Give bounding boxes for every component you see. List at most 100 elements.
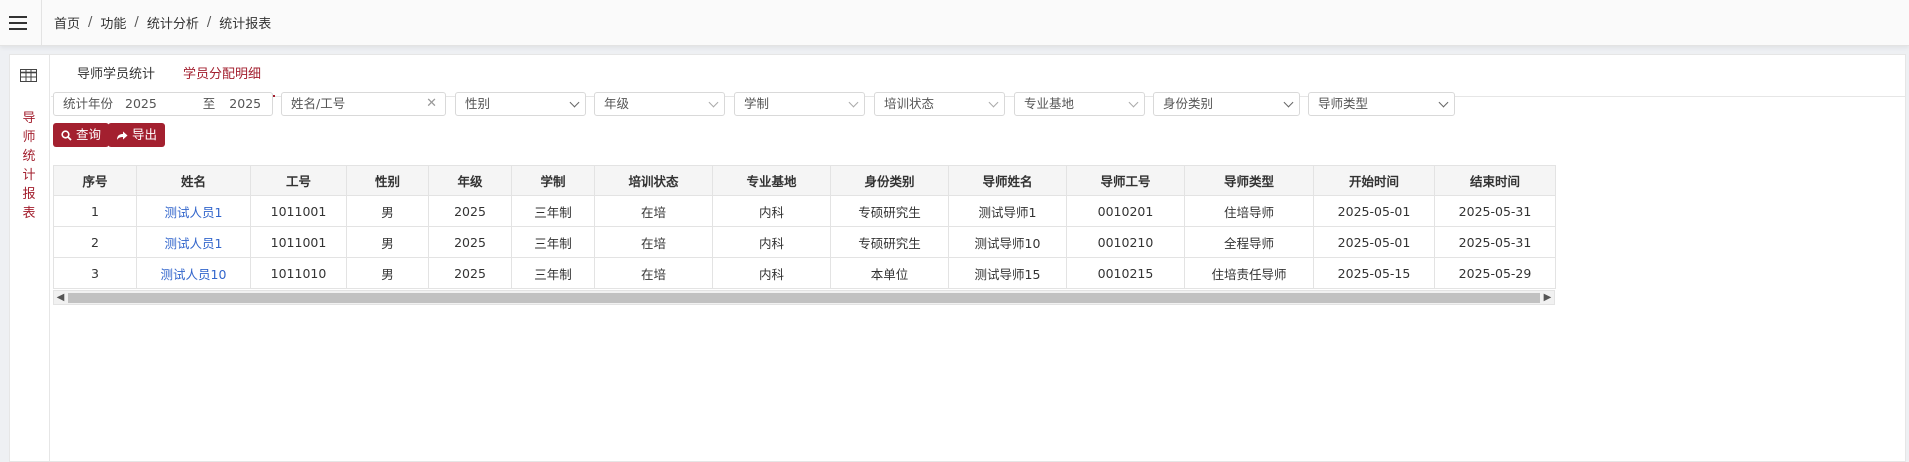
name-search-input[interactable]: 姓名/工号 ✕ bbox=[281, 92, 446, 116]
system-select[interactable]: 学制 bbox=[734, 92, 865, 116]
title-char: 报 bbox=[22, 187, 36, 202]
table-cell: 1 bbox=[53, 195, 137, 227]
divider bbox=[41, 0, 42, 46]
student-name-link[interactable]: 测试人员1 bbox=[165, 236, 223, 251]
column-header[interactable]: 序号 bbox=[53, 165, 137, 196]
menu-toggle-icon[interactable] bbox=[9, 15, 27, 30]
table-cell: 测试人员10 bbox=[136, 257, 251, 289]
breadcrumb-function[interactable]: 功能 bbox=[100, 13, 126, 32]
vertical-report-title[interactable]: 导 师 统 计 报 表 bbox=[20, 109, 38, 223]
scroll-left-icon[interactable]: ◀ bbox=[54, 291, 67, 304]
clear-icon[interactable]: ✕ bbox=[426, 93, 437, 115]
breadcrumb-home[interactable]: 首页 bbox=[54, 13, 80, 32]
table-cell: 2025-05-01 bbox=[1313, 195, 1435, 227]
student-name-link[interactable]: 测试人员10 bbox=[161, 267, 227, 282]
column-header[interactable]: 导师工号 bbox=[1066, 165, 1185, 196]
export-button-label: 导出 bbox=[132, 127, 158, 142]
left-rail: 导 师 统 计 报 表 bbox=[10, 55, 50, 462]
table-cell: 专硕研究生 bbox=[830, 195, 949, 227]
year-to-label: 至 bbox=[202, 96, 216, 111]
column-header[interactable]: 性别 bbox=[346, 165, 429, 196]
query-button-label: 查询 bbox=[76, 127, 102, 142]
table-row: 1 测试人员1 1011001 男 2025 三年制 在培 内科 专硕研究生 测… bbox=[53, 195, 1556, 227]
query-button[interactable]: 查询 bbox=[53, 123, 110, 147]
table-cell: 测试导师10 bbox=[948, 226, 1067, 258]
table-cell: 1011001 bbox=[250, 226, 347, 258]
tab-student-assignment-detail[interactable]: 学员分配明细 bbox=[169, 55, 276, 97]
grade-select[interactable]: 年级 bbox=[594, 92, 725, 116]
column-header[interactable]: 结束时间 bbox=[1434, 165, 1556, 196]
table-cell: 2025-05-31 bbox=[1434, 195, 1556, 227]
table-cell: 三年制 bbox=[511, 195, 595, 227]
column-header[interactable]: 导师类型 bbox=[1184, 165, 1314, 196]
table-cell: 2025-05-15 bbox=[1313, 257, 1435, 289]
student-name-link[interactable]: 测试人员1 bbox=[165, 205, 223, 220]
gender-select[interactable]: 性别 bbox=[455, 92, 586, 116]
chevron-down-icon bbox=[708, 97, 719, 108]
breadcrumb-separator: / bbox=[88, 15, 93, 30]
title-char: 统 bbox=[22, 149, 36, 164]
table-cell: 男 bbox=[346, 195, 429, 227]
title-char: 计 bbox=[22, 168, 36, 183]
table-cell: 3 bbox=[53, 257, 137, 289]
column-header[interactable]: 工号 bbox=[250, 165, 347, 196]
breadcrumb-separator: / bbox=[206, 15, 212, 30]
breadcrumb-separator: / bbox=[134, 15, 139, 30]
chevron-down-icon bbox=[1128, 97, 1139, 108]
table-cell: 测试人员1 bbox=[136, 195, 251, 227]
year-label: 统计年份 bbox=[63, 96, 114, 111]
table-cell: 测试导师1 bbox=[948, 195, 1067, 227]
column-header[interactable]: 培训状态 bbox=[594, 165, 713, 196]
column-header[interactable]: 导师姓名 bbox=[948, 165, 1067, 196]
year-from-input[interactable]: 2025 bbox=[125, 93, 157, 115]
export-button[interactable]: 导出 bbox=[108, 123, 166, 147]
table-cell: 全程导师 bbox=[1184, 226, 1314, 258]
table-cell: 0010210 bbox=[1066, 226, 1185, 258]
tab-mentor-student-stats[interactable]: 导师学员统计 bbox=[63, 55, 169, 97]
table-cell: 1011001 bbox=[250, 195, 347, 227]
column-header[interactable]: 开始时间 bbox=[1313, 165, 1435, 196]
table-cell: 2025 bbox=[428, 257, 512, 289]
table-cell: 0010201 bbox=[1066, 195, 1185, 227]
column-header[interactable]: 身份类别 bbox=[830, 165, 949, 196]
table-cell: 三年制 bbox=[511, 257, 595, 289]
chevron-down-icon bbox=[988, 97, 999, 108]
scrollbar-thumb[interactable] bbox=[68, 293, 1540, 303]
share-icon bbox=[117, 131, 128, 140]
table-cell: 测试导师15 bbox=[948, 257, 1067, 289]
training-status-select[interactable]: 培训状态 bbox=[874, 92, 1005, 116]
identity-select-value: 身份类别 bbox=[1163, 96, 1214, 111]
table-cell: 2025-05-01 bbox=[1313, 226, 1435, 258]
column-header[interactable]: 姓名 bbox=[136, 165, 251, 196]
column-header[interactable]: 专业基地 bbox=[712, 165, 831, 196]
table-header-row: 序号 姓名 工号 性别 年级 学制 培训状态 专业基地 身份类别 导师姓名 导师… bbox=[53, 165, 1556, 196]
table-cell: 住培导师 bbox=[1184, 195, 1314, 227]
table-cell: 内科 bbox=[712, 226, 831, 258]
year-range-field[interactable]: 统计年份 2025 至 2025 bbox=[53, 92, 273, 116]
table-icon[interactable] bbox=[20, 69, 37, 82]
title-char: 导 bbox=[22, 111, 36, 126]
horizontal-scrollbar[interactable]: ◀ ▶ bbox=[53, 290, 1555, 305]
column-header[interactable]: 学制 bbox=[511, 165, 595, 196]
table-cell: 2025-05-29 bbox=[1434, 257, 1556, 289]
mentor-type-select[interactable]: 导师类型 bbox=[1308, 92, 1455, 116]
table-row: 2 测试人员1 1011001 男 2025 三年制 在培 内科 专硕研究生 测… bbox=[53, 226, 1556, 258]
grade-select-value: 年级 bbox=[604, 96, 630, 111]
breadcrumb-report: 统计报表 bbox=[219, 17, 272, 32]
scroll-right-icon[interactable]: ▶ bbox=[1541, 291, 1554, 304]
identity-select[interactable]: 身份类别 bbox=[1153, 92, 1300, 116]
column-header[interactable]: 年级 bbox=[428, 165, 512, 196]
table-cell: 男 bbox=[346, 226, 429, 258]
search-icon bbox=[61, 129, 72, 141]
year-to-input[interactable]: 2025 bbox=[229, 93, 261, 115]
top-bar: 首页 / 功能 / 统计分析 / 统计报表 bbox=[0, 0, 1909, 46]
base-select[interactable]: 专业基地 bbox=[1014, 92, 1145, 116]
table-cell: 2 bbox=[53, 226, 137, 258]
table-cell: 在培 bbox=[594, 195, 713, 227]
chevron-down-icon bbox=[848, 97, 859, 108]
table-cell: 1011010 bbox=[250, 257, 347, 289]
breadcrumb-statistics[interactable]: 统计分析 bbox=[147, 13, 199, 32]
tab-bar: 导师学员统计 学员分配明细 bbox=[51, 55, 1906, 97]
title-char: 师 bbox=[22, 130, 36, 145]
system-select-value: 学制 bbox=[744, 96, 770, 111]
